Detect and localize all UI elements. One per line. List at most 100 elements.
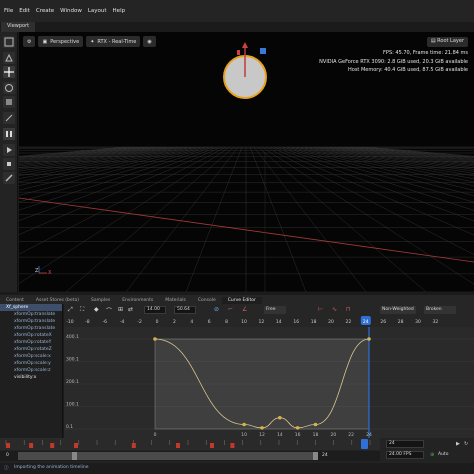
fps-stat: FPS: 45.70, Frame time: 21.84 ms: [383, 50, 468, 56]
frame-all-icon[interactable]: ⤢: [68, 306, 73, 314]
scale-tool-icon[interactable]: [3, 96, 15, 108]
menu-file[interactable]: File: [4, 8, 13, 14]
root-layer-button[interactable]: ▤ Root Layer: [426, 37, 468, 47]
tangent-clamp-icon[interactable]: ⊓: [346, 306, 351, 313]
time-field[interactable]: 14.00: [144, 306, 166, 314]
tangent-smooth-icon[interactable]: ∿: [332, 306, 337, 313]
menu-window[interactable]: Window: [60, 8, 82, 14]
play-icon[interactable]: [3, 144, 15, 156]
visibility-button[interactable]: ◉: [143, 36, 156, 47]
playback-icon[interactable]: ▶: [456, 441, 460, 447]
tree-root[interactable]: Xf_sphere: [0, 304, 62, 311]
menu-edit[interactable]: Edit: [19, 8, 30, 14]
tab-samples[interactable]: Samples: [85, 297, 116, 304]
rotate-tool-icon[interactable]: [3, 82, 15, 94]
value-field[interactable]: 50.64: [174, 306, 196, 314]
tree-item[interactable]: xformOp:scale:x: [0, 353, 62, 360]
tree-item[interactable]: xformOp:scale:z: [0, 367, 62, 374]
lasso-tool-icon[interactable]: [3, 52, 15, 64]
fps-field[interactable]: 24.00 FPS: [386, 451, 424, 459]
tangent-auto-icon[interactable]: ⊘: [214, 306, 219, 313]
pause-icon[interactable]: [3, 128, 15, 140]
timeline-key[interactable]: [50, 443, 55, 448]
axis-x-label: X: [48, 270, 52, 276]
tangent-mode-dropdown[interactable]: Broken: [424, 306, 456, 314]
y-tick-label: 300.1: [66, 357, 79, 363]
current-frame-field[interactable]: 24: [386, 440, 424, 448]
camera-button[interactable]: ▣ Perspective: [38, 36, 84, 47]
curve-graph[interactable]: 400.1 300.1 200.1 100.1 0.1 0 10 12 14 16 18 20 22 24: [64, 327, 474, 438]
auto-key-label[interactable]: Auto: [438, 452, 448, 457]
tangent-linear-icon[interactable]: ∠: [242, 306, 247, 313]
loop-icon[interactable]: ↻: [464, 441, 468, 447]
menu-layout[interactable]: Layout: [88, 8, 107, 14]
stop-icon[interactable]: [3, 158, 15, 170]
tangent-step-icon[interactable]: ⊢: [318, 306, 323, 313]
curve-plot[interactable]: 400.1300.1200.1100.10.10 10 12 14 16 18 20 22 24: [64, 327, 474, 438]
frame-selected-icon[interactable]: ⛶: [80, 306, 84, 314]
ruler-tick-label: 26: [380, 319, 386, 325]
snap-icon[interactable]: ⊞: [118, 306, 123, 313]
stats-overlay: FPS: 45.70, Frame time: 21.84 ms NVIDIA …: [319, 49, 468, 75]
keyframe-point[interactable]: [367, 337, 371, 341]
timeline-key[interactable]: [176, 443, 180, 448]
tab-viewport[interactable]: Viewport: [1, 22, 36, 32]
tree-item[interactable]: xformOp:translate: [0, 311, 62, 318]
viewport[interactable]: Z X ⚙ ▣ Perspective ✦ RTX - Real-Time ◉ …: [19, 32, 474, 292]
range-handle-start[interactable]: [72, 452, 77, 460]
keyframe-point[interactable]: [278, 415, 282, 420]
tree-item[interactable]: xformOp:rotateX: [0, 332, 62, 339]
weight-dropdown[interactable]: Non-Weighted: [380, 306, 416, 314]
tangent-icon[interactable]: ⌒: [106, 306, 112, 315]
tree-item[interactable]: xformOp:translate: [0, 325, 62, 332]
tree-item[interactable]: xformOp:scale:y: [0, 360, 62, 367]
tab-content[interactable]: Content: [0, 297, 30, 304]
curve-ruler[interactable]: -10-8-6-4-202468101214161820222426283032…: [64, 315, 474, 327]
menu-bar: File Edit Create Window Layout Help: [0, 0, 474, 22]
timeline-key[interactable]: [230, 443, 235, 448]
tree-item-visibility[interactable]: visibility:x: [0, 374, 62, 381]
tab-environments[interactable]: Environments: [116, 297, 159, 304]
tree-item[interactable]: xformOp:translate: [0, 318, 62, 325]
settings-button[interactable]: ⚙: [23, 36, 36, 47]
renderer-button[interactable]: ✦ RTX - Real-Time: [86, 36, 141, 47]
selection-region[interactable]: [154, 338, 370, 430]
key-auto-icon[interactable]: ⊕: [430, 452, 434, 458]
timeline-key[interactable]: [29, 443, 34, 448]
brush-tool-icon[interactable]: [3, 172, 15, 184]
range-handle-end[interactable]: [313, 452, 318, 460]
keyframe-point[interactable]: [242, 422, 246, 427]
keyframe-point[interactable]: [313, 422, 318, 427]
menu-create[interactable]: Create: [36, 8, 54, 14]
interp-dropdown[interactable]: Free: [264, 306, 286, 314]
end-frame-label: 24: [322, 453, 328, 458]
ruler-tick-label: 32: [433, 319, 439, 325]
camera-label: Perspective: [50, 38, 80, 45]
select-tool-icon[interactable]: [3, 36, 15, 48]
timeline-playhead[interactable]: [361, 439, 368, 449]
tree-item[interactable]: xformOp:rotateY: [0, 339, 62, 346]
ripple-icon[interactable]: ⇄: [128, 306, 133, 313]
range-slider[interactable]: [18, 452, 318, 460]
host-memory-stat: Host Memory: 40.4 GiB used, 87.5 GiB ava…: [348, 67, 468, 73]
tab-console[interactable]: Console: [192, 297, 222, 304]
keyframe-point[interactable]: [260, 426, 264, 430]
tab-curve-editor[interactable]: Curve Editor: [221, 297, 262, 304]
rtx-icon: ✦: [90, 38, 95, 45]
ruler-tick-label: -4: [120, 319, 125, 325]
timeline-key[interactable]: [131, 443, 136, 448]
tangent-flat-icon[interactable]: ⌐: [228, 306, 233, 313]
start-frame-label: 0: [6, 453, 9, 458]
menu-help[interactable]: Help: [113, 8, 126, 14]
timeline-key[interactable]: [74, 443, 78, 448]
snap-tool-icon[interactable]: [3, 112, 15, 124]
keyframe-point[interactable]: [153, 337, 157, 341]
keyframe-point[interactable]: [295, 426, 300, 430]
key-icon[interactable]: ◆: [94, 306, 99, 313]
tab-asset-stores[interactable]: Asset Stores (beta): [30, 297, 85, 304]
timeline-key[interactable]: [210, 443, 214, 448]
tab-materials[interactable]: Materials: [159, 297, 192, 304]
timeline-key[interactable]: [6, 443, 10, 448]
move-tool-icon[interactable]: [3, 66, 15, 78]
tree-item[interactable]: xformOp:rotateZ: [0, 346, 62, 353]
